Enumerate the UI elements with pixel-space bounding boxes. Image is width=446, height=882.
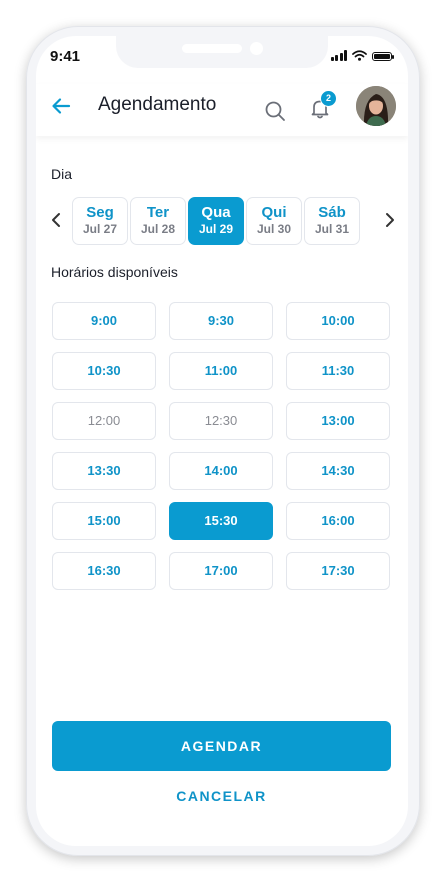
day-option[interactable]: Qui Jul 30 — [246, 197, 302, 245]
phone-screen: 9:41 Agendamento 2 Dia Seg Jul 27 Ter Ju… — [36, 36, 408, 846]
notch — [116, 36, 328, 68]
time-slot[interactable]: 16:30 — [52, 552, 156, 590]
time-slot[interactable]: 17:00 — [169, 552, 273, 590]
time-slot[interactable]: 9:30 — [169, 302, 273, 340]
wifi-icon — [352, 50, 367, 61]
chevron-right-icon[interactable] — [384, 212, 396, 228]
page-title: Agendamento — [98, 94, 217, 115]
search-icon[interactable] — [264, 100, 286, 122]
camera — [250, 42, 263, 55]
time-slot[interactable]: 13:00 — [286, 402, 390, 440]
avatar[interactable] — [356, 86, 396, 126]
day-label: Dia — [51, 166, 73, 182]
chevron-left-icon[interactable] — [50, 212, 62, 228]
time-slot[interactable]: 14:00 — [169, 452, 273, 490]
day-option[interactable]: Ter Jul 28 — [130, 197, 186, 245]
time-slot[interactable]: 14:30 — [286, 452, 390, 490]
time-slot[interactable]: 16:00 — [286, 502, 390, 540]
signal-icon — [330, 50, 347, 61]
day-option[interactable]: Sáb Jul 31 — [304, 197, 360, 245]
schedule-button[interactable]: AGENDAR — [52, 721, 391, 771]
time-slot-unavailable: 12:30 — [169, 402, 273, 440]
status-time: 9:41 — [50, 48, 81, 65]
time-slot-grid: 9:00 9:30 10:00 10:30 11:00 11:30 12:00 … — [52, 302, 390, 590]
time-slot-selected[interactable]: 15:30 — [169, 502, 273, 540]
status-icons — [330, 50, 394, 61]
speaker — [182, 44, 242, 53]
day-option-selected[interactable]: Qua Jul 29 — [188, 197, 244, 245]
time-slot[interactable]: 17:30 — [286, 552, 390, 590]
time-slot[interactable]: 10:30 — [52, 352, 156, 390]
day-selector: Seg Jul 27 Ter Jul 28 Qua Jul 29 Qui Jul 30 … — [72, 197, 360, 245]
cancel-button[interactable]: CANCELAR — [52, 788, 391, 812]
battery-icon — [372, 52, 394, 61]
time-slot[interactable]: 15:00 — [52, 502, 156, 540]
notification-badge: 2 — [320, 90, 337, 107]
time-slot[interactable]: 11:00 — [169, 352, 273, 390]
arrow-left-icon[interactable] — [50, 95, 72, 117]
day-option[interactable]: Seg Jul 27 — [72, 197, 128, 245]
time-slot[interactable]: 9:00 — [52, 302, 156, 340]
time-slot[interactable]: 10:00 — [286, 302, 390, 340]
time-slot[interactable]: 13:30 — [52, 452, 156, 490]
time-slot[interactable]: 11:30 — [286, 352, 390, 390]
avatar-image — [356, 86, 396, 126]
time-slot-unavailable: 12:00 — [52, 402, 156, 440]
app-bar: Agendamento 2 — [36, 84, 408, 136]
slots-label: Horários disponíveis — [51, 264, 178, 280]
